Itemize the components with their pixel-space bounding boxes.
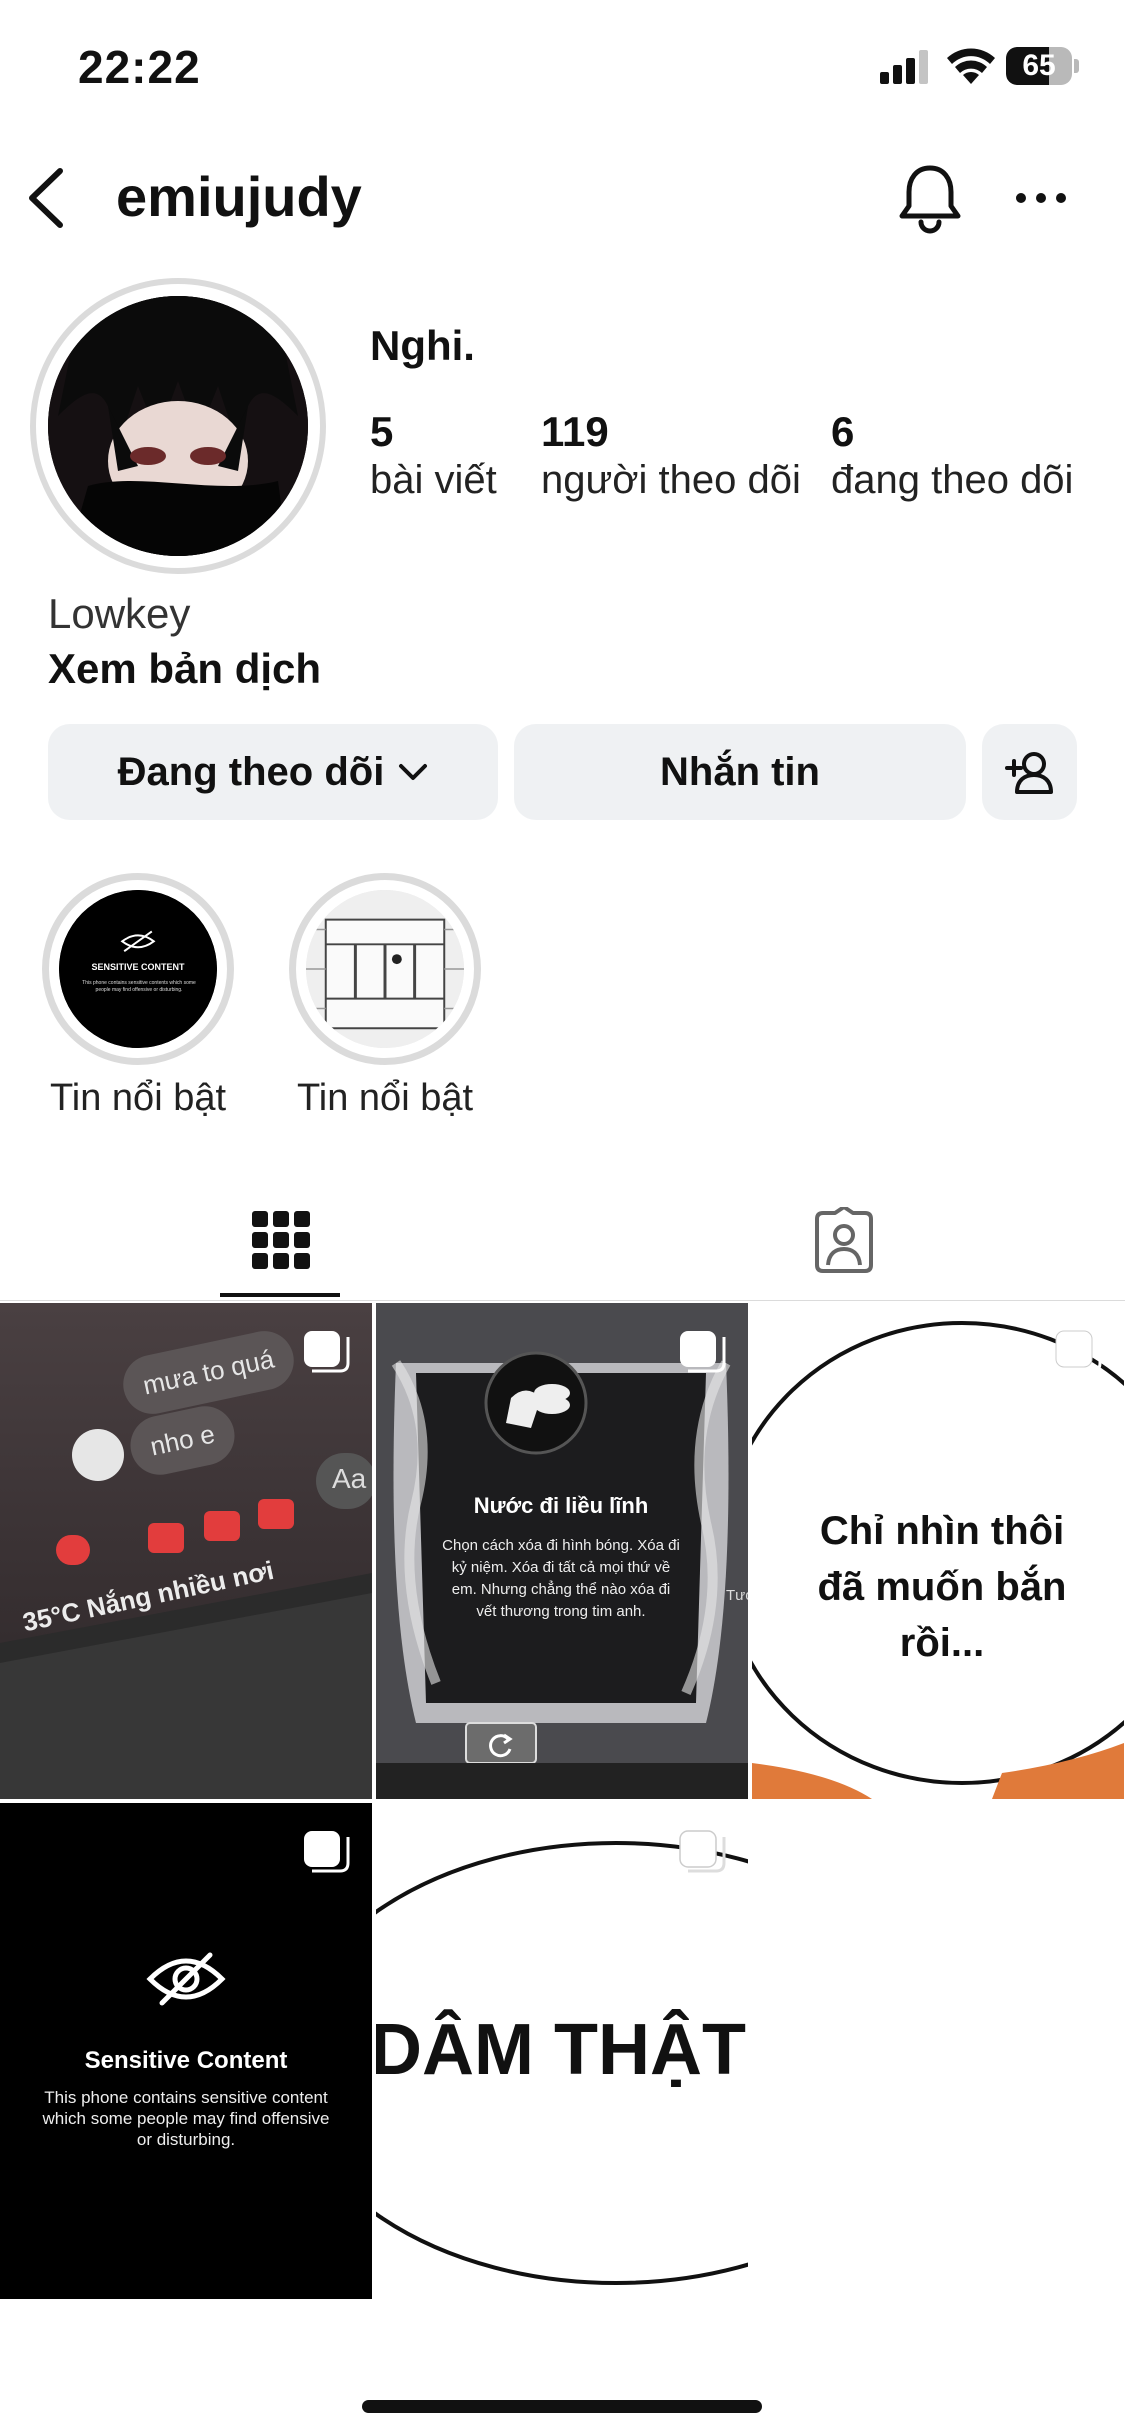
grid-icon	[252, 1211, 310, 1269]
posts-count[interactable]: 5	[370, 408, 393, 456]
profile-bio: Lowkey	[48, 590, 191, 637]
multiple-photos-icon	[680, 1331, 726, 1373]
post-5-text: DÂM THẬT	[376, 2010, 746, 2090]
profile-username: emiujudy	[116, 165, 362, 228]
post-2-side-text: Tươ	[726, 1587, 748, 1604]
post-2-title: Nước đi liều lĩnh	[473, 1493, 649, 1518]
status-time: 22:22	[78, 41, 201, 93]
following-label[interactable]: đang theo dõi	[831, 458, 1073, 503]
message-button[interactable]: Nhắn tin	[514, 724, 966, 820]
post-2[interactable]: Nước đi liều lĩnh Chọn cách xóa đi hình …	[376, 1303, 748, 1799]
tab-posts-grid[interactable]	[0, 1180, 562, 1300]
add-person-icon	[1004, 752, 1053, 794]
highlight-2-cover	[306, 890, 464, 1048]
notification-bell-icon[interactable]	[896, 162, 964, 234]
refresh-icon	[489, 1733, 513, 1758]
highlight-1[interactable]: SENSITIVE CONTENT This phone contains se…	[42, 873, 234, 1119]
highlight-1-label: Tin nổi bật	[49, 1077, 227, 1119]
highlight-2-label: Tin nổi bật	[296, 1077, 474, 1119]
following-button[interactable]: Đang theo dõi	[48, 724, 498, 820]
more-options-icon[interactable]	[1014, 180, 1068, 216]
wifi-icon	[947, 48, 995, 84]
avatar[interactable]	[30, 278, 326, 574]
status-bar: 22:22 65	[0, 0, 1125, 130]
following-button-label: Đang theo dõi	[117, 749, 385, 794]
post-3-text: Chỉ nhìn thôi đã muốn bắn rồi...	[817, 1509, 1067, 1665]
battery-level: 65	[1022, 49, 1056, 82]
highlight-2[interactable]: Tin nổi bật	[289, 873, 481, 1119]
hidden-eye-icon	[146, 1952, 226, 2006]
avatar-image	[48, 296, 308, 556]
message-button-label: Nhắn tin	[660, 749, 820, 794]
post-1-composer: Aa	[332, 1463, 367, 1494]
post-5[interactable]: DÂM THẬT	[376, 1803, 748, 2299]
multiple-photos-icon	[304, 1831, 350, 1873]
post-3[interactable]: Chỉ nhìn thôi đã muốn bắn rồi...	[752, 1303, 1124, 1799]
multiple-photos-icon	[304, 1331, 350, 1373]
highlight-1-cover-text: This phone contains sensitive contents w…	[82, 980, 196, 993]
followers-label[interactable]: người theo dõi	[541, 458, 801, 503]
chevron-down-icon	[399, 764, 428, 780]
cellular-signal-icon	[880, 50, 928, 84]
posts-label[interactable]: bài viết	[370, 458, 497, 503]
highlight-1-cover-title: SENSITIVE CONTENT	[91, 962, 185, 972]
post-4-title: Sensitive Content	[84, 2047, 288, 2074]
active-tab-indicator	[220, 1293, 340, 1297]
post-4-body: This phone contains sensitive content wh…	[42, 2088, 330, 2149]
post-1[interactable]: mưa to quá nho e Aa 35°C Nắng nhiều nơi	[0, 1303, 372, 1799]
home-indicator	[362, 2400, 762, 2413]
multiple-photos-icon	[679, 1830, 726, 1873]
tab-divider	[0, 1300, 1125, 1301]
multiple-photos-icon	[1055, 1330, 1102, 1373]
profile-display-name: Nghi.	[370, 322, 475, 369]
following-count[interactable]: 6	[831, 408, 854, 456]
post-2-body: Chọn cách xóa đi hình bóng. Xóa đi kỷ ni…	[442, 1537, 680, 1620]
tab-tagged[interactable]	[563, 1180, 1125, 1300]
battery-icon: 65	[1006, 47, 1079, 85]
followers-count[interactable]: 119	[541, 408, 609, 456]
see-translation-link[interactable]: Xem bản dịch	[48, 645, 321, 693]
post-4[interactable]: Sensitive Content This phone contains se…	[0, 1803, 372, 2299]
suggested-people-button[interactable]	[982, 724, 1077, 820]
back-icon[interactable]	[22, 165, 72, 231]
tagged-person-icon	[815, 1207, 873, 1273]
highlight-1-cover: SENSITIVE CONTENT This phone contains se…	[59, 890, 217, 1048]
